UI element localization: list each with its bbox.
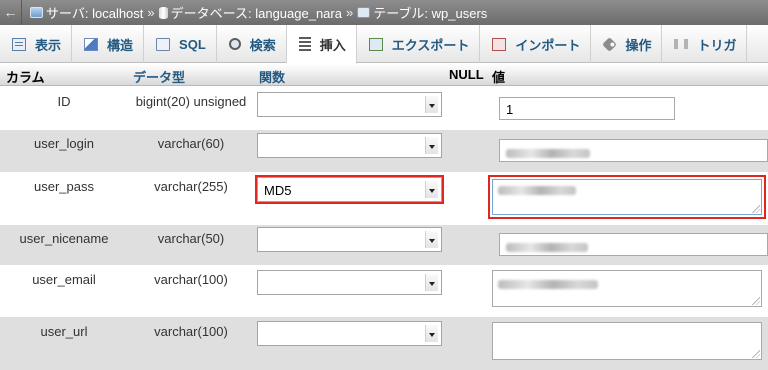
header-column: カラム (6, 70, 45, 85)
column-name: user_url (40, 324, 88, 339)
dropdown-arrow-icon (425, 325, 438, 342)
tab-structure[interactable]: 構造 (72, 25, 145, 63)
tab-label: 操作 (625, 37, 652, 53)
sql-icon (156, 37, 171, 51)
tab-insert[interactable]: 挿入 (286, 25, 357, 64)
tab-label: トリガ (697, 37, 737, 53)
breadcrumb-separator: » (147, 5, 155, 20)
tab-label: インポート (515, 37, 581, 53)
breadcrumb-database[interactable]: データベース: language_nara (171, 3, 342, 22)
value-textarea[interactable] (492, 322, 762, 360)
blurred-value (498, 280, 598, 289)
resize-grip-icon[interactable] (752, 350, 760, 358)
column-name: user_login (34, 136, 94, 151)
table-row: user_nicename varchar(50) (0, 225, 768, 265)
value-textarea[interactable] (492, 270, 762, 307)
header-function: 関数 (259, 70, 286, 85)
breadcrumb: ← サーバ: localhost » データベース: language_nara… (0, 0, 768, 25)
header-null: NULL (449, 67, 484, 82)
blurred-value (506, 243, 588, 252)
header-value: 値 (492, 70, 506, 85)
tab-label: 表示 (35, 37, 62, 53)
browse-icon (12, 37, 26, 51)
table-row: user_url varchar(100) (0, 317, 768, 370)
tab-label: エクスポート (391, 37, 470, 53)
tab-export[interactable]: エクスポート (357, 25, 481, 63)
search-icon (228, 38, 241, 50)
table-row: user_pass varchar(255) MD5 (0, 172, 768, 225)
back-arrow-icon[interactable]: ← (0, 0, 22, 25)
table-row: user_login varchar(60) (0, 130, 768, 172)
function-select[interactable] (257, 227, 442, 252)
blurred-value (506, 149, 590, 158)
column-name: ID (57, 94, 71, 109)
column-type: varchar(60) (157, 136, 225, 151)
tab-triggers[interactable]: トリガ (662, 25, 748, 63)
table-row: user_email varchar(100) (0, 265, 768, 317)
column-name: user_nicename (19, 231, 109, 246)
function-select[interactable] (257, 92, 442, 117)
header-type: データ型 (133, 70, 186, 85)
highlight-box-value (488, 175, 766, 219)
column-type: bigint(20) unsigned (135, 94, 247, 109)
dropdown-arrow-icon (425, 96, 438, 113)
tab-browse[interactable]: 表示 (0, 25, 73, 63)
column-type: varchar(100) (154, 272, 228, 287)
resize-grip-icon[interactable] (752, 297, 760, 305)
tab-label: 検索 (249, 37, 276, 53)
value-input[interactable] (499, 233, 768, 256)
table-row: ID bigint(20) unsigned 1 (0, 87, 768, 130)
tab-search[interactable]: 検索 (217, 25, 287, 63)
dropdown-arrow-icon (425, 137, 438, 154)
insert-icon (298, 37, 311, 51)
table-icon (357, 7, 371, 18)
function-select[interactable] (257, 321, 442, 346)
column-name: user_pass (34, 179, 94, 194)
tab-label: 挿入 (319, 37, 346, 53)
column-type: varchar(100) (154, 324, 228, 339)
breadcrumb-separator: » (345, 5, 354, 20)
function-select[interactable] (257, 133, 442, 158)
operations-icon (602, 36, 618, 52)
tab-import[interactable]: インポート (480, 25, 592, 63)
column-type: varchar(50) (157, 231, 225, 246)
structure-icon (84, 37, 99, 51)
tab-bar: 表示 構造 SQL 検索 挿入 エクスポート インポート 操作 トリガ (0, 25, 768, 64)
tab-label: SQL (179, 36, 206, 52)
dropdown-arrow-icon (425, 274, 438, 291)
breadcrumb-server[interactable]: サーバ: localhost (46, 3, 143, 22)
column-name: user_email (32, 272, 96, 287)
export-icon (368, 37, 383, 51)
value-input[interactable] (499, 139, 768, 162)
server-icon (30, 7, 43, 18)
breadcrumb-table[interactable]: テーブル: wp_users (373, 3, 487, 22)
tab-sql[interactable]: SQL (144, 25, 217, 63)
import-icon (492, 37, 507, 51)
column-type: varchar(255) (154, 179, 228, 194)
database-icon (158, 6, 168, 19)
triggers-icon (674, 39, 689, 49)
dropdown-arrow-icon (425, 231, 438, 248)
function-select[interactable] (257, 270, 442, 295)
tab-label: 構造 (107, 37, 134, 53)
value-input[interactable]: 1 (499, 97, 675, 120)
tab-operations[interactable]: 操作 (591, 25, 663, 63)
highlight-box-function (255, 175, 444, 204)
table-header: カラム データ型 関数 NULL 値 (0, 64, 768, 86)
